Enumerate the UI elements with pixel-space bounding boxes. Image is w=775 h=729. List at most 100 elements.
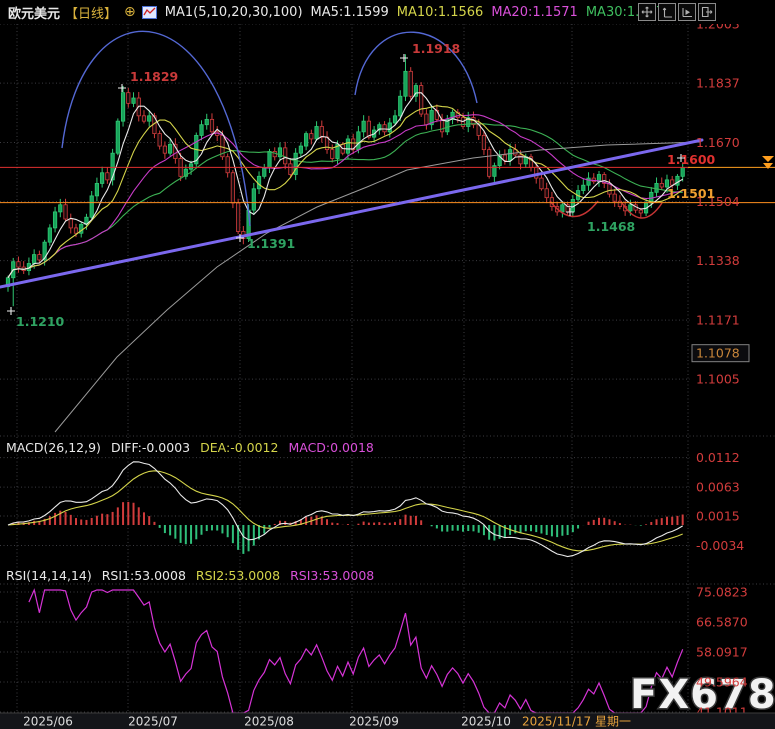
axis-play-icon[interactable]	[678, 3, 696, 21]
rsi-header: RSI(14,14,14) RSI1:53.0008 RSI2:53.0008 …	[6, 568, 374, 583]
price-axis-tick: 1.1837	[696, 76, 740, 91]
candle-body	[357, 132, 360, 150]
chart-toolbar	[638, 3, 716, 21]
candle-body	[310, 134, 313, 139]
candle-body	[655, 183, 658, 192]
candle-body	[639, 210, 642, 213]
candle-body	[163, 146, 166, 153]
candle-body	[409, 71, 412, 96]
candle-body	[388, 123, 391, 132]
chart-header: 欧元美元 【日线】 ⊕ MA1(5,10,20,30,100) MA5:1.15…	[0, 0, 775, 24]
candle-body	[545, 189, 548, 198]
candle-body	[74, 228, 77, 233]
candle-body	[629, 205, 632, 211]
candle-body	[487, 150, 490, 177]
macd-params-label: MACD(26,12,9)	[6, 440, 101, 455]
price-annotation: 1.1918	[412, 41, 460, 56]
macd-header: MACD(26,12,9) DIFF:-0.0003 DEA:-0.0012 M…	[6, 440, 374, 455]
candle-body	[252, 189, 255, 210]
candle-body	[100, 173, 103, 184]
candle-body	[440, 119, 443, 131]
exit-pane-icon[interactable]	[698, 3, 716, 21]
price-annotation: 1.1501	[667, 186, 715, 201]
rsi1-value: RSI1:53.0008	[102, 568, 186, 583]
ma20-value: MA20:1.1571	[491, 5, 578, 20]
candle-body	[158, 134, 161, 146]
candle-body	[132, 98, 135, 103]
candle-body	[236, 203, 239, 231]
date-axis-label: 2025/08	[244, 715, 294, 729]
time-axis-layer: 2025/062025/072025/082025/092025/102025/…	[0, 713, 775, 729]
axis-labels-layer: 1.20031.18371.16701.15041.13381.11711.10…	[692, 17, 749, 720]
rsi-axis-tick: 49.5964	[696, 675, 748, 690]
candle-body	[425, 114, 428, 125]
macd-dea-value: DEA:-0.0012	[200, 440, 278, 455]
price-annotation: 1.1391	[247, 236, 295, 251]
candlestick-chart-icon[interactable]	[142, 6, 157, 19]
candle-body	[127, 93, 130, 104]
candle-body	[613, 194, 616, 201]
price-axis-tick: 1.1171	[696, 313, 740, 328]
candle-body	[231, 173, 234, 203]
candle-body	[618, 201, 621, 206]
candle-body	[681, 167, 684, 176]
rsi-params-label: RSI(14,14,14)	[6, 568, 92, 583]
candle-body	[587, 178, 590, 185]
hlines-layer	[0, 156, 775, 203]
candle-body	[226, 157, 229, 173]
candle-body	[404, 71, 407, 96]
dea-line	[8, 471, 683, 551]
candle-body	[346, 139, 349, 153]
candle-body	[205, 119, 208, 124]
extreme-plus-marker	[118, 84, 126, 92]
candle-body	[289, 164, 292, 175]
candle-body	[53, 212, 56, 228]
candle-body	[320, 126, 323, 137]
candle-body	[540, 178, 543, 189]
candle-body	[508, 150, 511, 161]
chart-canvas[interactable]: FX6781.20031.18371.16701.15041.13381.117…	[0, 0, 775, 729]
macd-axis-tick: 0.0015	[696, 508, 740, 523]
macd-layer	[8, 462, 683, 557]
date-axis-label: 2025/06	[23, 715, 73, 729]
candle-body	[299, 146, 302, 153]
date-axis-label: 2025/10	[461, 715, 511, 729]
extreme-plus-marker	[7, 307, 15, 315]
candle-body	[399, 96, 402, 116]
price-axis-tick: 1.1670	[696, 135, 740, 150]
axis-scale-up-icon[interactable]	[658, 3, 676, 21]
ma100-line	[55, 142, 700, 432]
symbol-title: 欧元美元	[8, 3, 60, 22]
price-axis-tick: 1.1005	[696, 372, 740, 387]
pan-icon[interactable]	[638, 3, 656, 21]
candle-body	[331, 150, 334, 159]
macd-axis-tick: 0.0063	[696, 480, 740, 495]
ma5-value: MA5:1.1599	[311, 5, 389, 20]
extreme-plus-marker	[400, 54, 408, 62]
candles-layer	[6, 54, 684, 306]
crosshair-icon[interactable]: ⊕	[124, 5, 136, 19]
date-axis-label: 2025/09	[349, 715, 399, 729]
ma-params-label: MA1(5,10,20,30,100)	[165, 5, 303, 20]
candle-body	[676, 176, 679, 185]
candle-body	[189, 164, 192, 169]
trading-chart-app: 欧元美元 【日线】 ⊕ MA1(5,10,20,30,100) MA5:1.15…	[0, 0, 775, 729]
rsi-axis-tick: 75.0823	[696, 584, 748, 599]
macd-macd-value: MACD:0.0018	[288, 440, 373, 455]
candle-body	[116, 121, 119, 153]
candle-body	[393, 116, 396, 123]
candle-body	[210, 119, 213, 131]
candle-body	[200, 125, 203, 136]
price-axis-tick: 1.1078	[696, 346, 740, 361]
candle-body	[32, 255, 35, 264]
period-label: 【日线】	[65, 3, 117, 22]
candle-body	[268, 151, 271, 167]
candle-body	[561, 205, 564, 212]
candle-body	[142, 116, 145, 121]
candle-body	[582, 185, 585, 190]
ma10-line	[8, 106, 683, 278]
candle-body	[263, 167, 266, 176]
price-annotation: 1.1210	[16, 314, 65, 329]
price-annotation: 1.1829	[130, 69, 178, 84]
price-annotation: 1.1468	[587, 219, 635, 234]
